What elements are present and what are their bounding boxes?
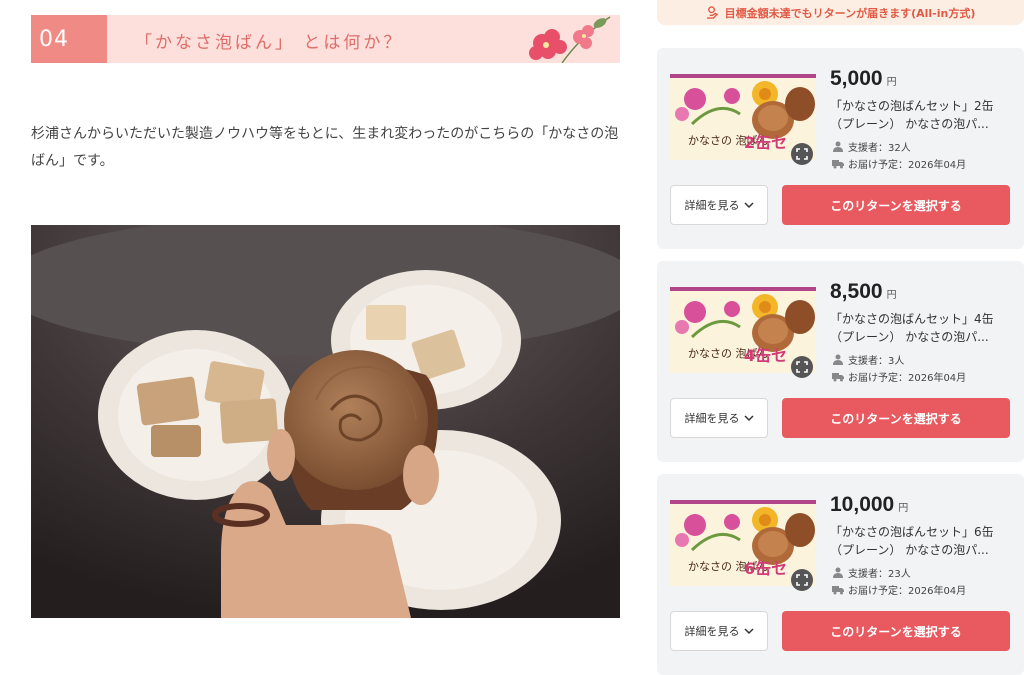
select-reward-button[interactable]: このリターンを選択する bbox=[782, 398, 1010, 438]
yen-label: 円 bbox=[886, 77, 897, 88]
section-number: 04 bbox=[31, 15, 107, 63]
reward-title[interactable]: 「かなさの泡ばんセット」4缶（プレーン） かなさの泡パ... bbox=[830, 310, 1010, 346]
article: 04 「かなさ泡ばん」 とは何か？ 杉浦さんからいただいた製造ノウハウ等をもとに… bbox=[0, 0, 640, 655]
delivery-date: お届け予定：2026年04月 bbox=[832, 582, 966, 597]
chevron-down-icon bbox=[743, 628, 754, 635]
reward-card[interactable]: かなさの 泡ばん 6缶セ 10,000 円 「かなさの泡ばんセット」6缶（プレーン… bbox=[657, 474, 1024, 675]
truck-icon bbox=[832, 160, 844, 169]
select-reward-button[interactable]: このリターンを選択する bbox=[782, 185, 1010, 225]
detail-button[interactable]: 詳細を見る bbox=[670, 185, 768, 225]
zoom-icon[interactable] bbox=[791, 569, 813, 591]
reward-card[interactable]: かなさの 泡ばん 2缶セ 5,000 円 「かなさの泡ばんセット」2缶（プレーン）… bbox=[657, 48, 1024, 249]
supporters: 支援者：23人 bbox=[832, 565, 911, 580]
person-icon bbox=[833, 567, 843, 578]
thumb-count: 4缶セ bbox=[744, 346, 787, 365]
money-bag-icon bbox=[706, 6, 718, 19]
body-text: 杉浦さんからいただいた製造ノウハウ等をもとに、生まれ変わったのがこちらの「かなさ… bbox=[31, 126, 619, 169]
reward-price: 10,000 円 bbox=[830, 493, 909, 516]
reward-price: 8,500 円 bbox=[830, 280, 897, 303]
zoom-icon[interactable] bbox=[791, 143, 813, 165]
detail-button[interactable]: 詳細を見る bbox=[670, 611, 768, 651]
chevron-down-icon bbox=[743, 202, 754, 209]
chevron-down-icon bbox=[743, 415, 754, 422]
supporters: 支援者：32人 bbox=[832, 139, 911, 154]
person-icon bbox=[833, 141, 843, 152]
select-reward-button[interactable]: このリターンを選択する bbox=[782, 611, 1010, 651]
reward-title[interactable]: 「かなさの泡ばんセット」6缶（プレーン） かなさの泡パ... bbox=[830, 523, 1010, 559]
yen-label: 円 bbox=[886, 290, 897, 301]
truck-icon bbox=[832, 586, 844, 595]
reward-title[interactable]: 「かなさの泡ばんセット」2缶（プレーン） かなさの泡パ... bbox=[830, 97, 1010, 133]
thumb-count: 6缶セ bbox=[744, 559, 787, 578]
delivery-date: お届け予定：2026年04月 bbox=[832, 156, 966, 171]
reward-card[interactable]: かなさの 泡ばん 4缶セ 8,500 円 「かなさの泡ばんセット」4缶（プレーン）… bbox=[657, 261, 1024, 462]
product-photo bbox=[31, 225, 620, 618]
zoom-icon[interactable] bbox=[791, 356, 813, 378]
reward-price: 5,000 円 bbox=[830, 67, 897, 90]
all-in-banner: 目標金額未達でもリターンが届きます(All-in方式) bbox=[657, 0, 1024, 25]
all-in-banner-text: 目標金額未達でもリターンが届きます(All-in方式) bbox=[724, 6, 976, 20]
section-title: 「かなさ泡ばん」 とは何か？ bbox=[135, 33, 404, 53]
truck-icon bbox=[832, 373, 844, 382]
thumb-count: 2缶セ bbox=[744, 133, 787, 152]
yen-label: 円 bbox=[898, 503, 909, 514]
supporters: 支援者：3人 bbox=[832, 352, 904, 367]
section-header: 04 「かなさ泡ばん」 とは何か？ bbox=[31, 15, 620, 63]
delivery-date: お届け予定：2026年04月 bbox=[832, 369, 966, 384]
detail-button[interactable]: 詳細を見る bbox=[670, 398, 768, 438]
flower-decoration-icon bbox=[529, 16, 611, 63]
person-icon bbox=[833, 354, 843, 365]
